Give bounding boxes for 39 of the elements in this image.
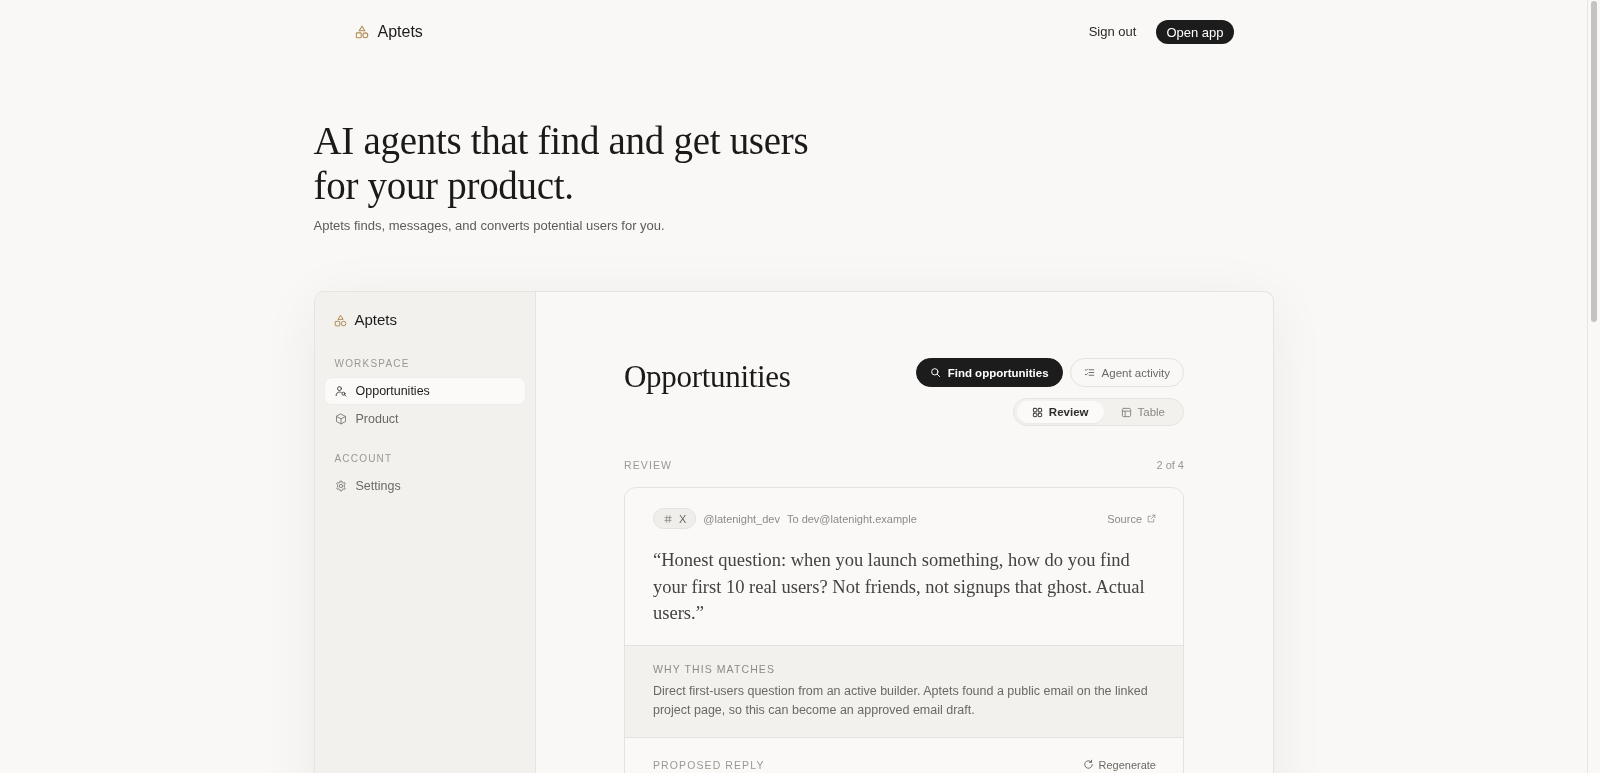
logo-icon [354,25,369,39]
nav-button[interactable]: Open app [1156,20,1234,44]
sidebar-section-title: ACCOUNT [333,452,394,466]
checklist-icon [1083,367,1095,378]
recipient-email: To dev@latenight.example [786,511,917,526]
search-icon [929,367,941,378]
match-reason-title: WHY THIS MATCHES [653,661,777,676]
sidebar-section-title: WORKSPACE [333,357,411,371]
grid-icon [1031,406,1043,418]
logo-icon [333,313,347,327]
cube-icon [334,413,347,425]
author-handle: @latenight_dev [703,511,780,526]
settings-icon [334,480,347,492]
review-counter: 2 of 4 [1156,458,1184,472]
channel-name: X [679,511,687,526]
section-label: REVIEW [624,458,673,472]
table-icon [1120,406,1132,418]
sidebar-item[interactable]: Opportunities [324,378,525,404]
sidebar-item[interactable]: Product [324,406,525,432]
brand-name: Aptets [377,22,423,42]
external-link-icon [1147,514,1156,523]
scrollbar-thumb[interactable] [1591,1,1597,322]
user-search-icon [334,385,347,397]
hash-icon [663,513,673,524]
match-reason-text: Direct first-users question from an active builder. Aptets found a public email on the linked project page, so this can become an approved email draft. [653,682,1149,719]
hero-headline: AI agents that find and get users for your product. [313,118,810,208]
quoted-post: “Honest question: when you launch something, how do you find your first 10 real users? Not friends, not signups that ghost. Actual users.” [652,549,1146,625]
view-tab[interactable]: Review [1016,401,1104,423]
nav-link[interactable]: Sign out [1088,24,1137,40]
regenerate-button[interactable]: Regenerate [1082,757,1156,772]
brand-name: Aptets [354,312,398,328]
refresh-icon [1082,759,1094,770]
view-tab[interactable]: Table [1105,401,1180,423]
sidebar-item[interactable]: Settings [324,473,525,499]
page-title: Opportunities [624,359,791,395]
hero-subtitle: Aptets finds, messages, and converts potential users for you. [313,217,666,235]
source-link[interactable]: Source [1107,511,1156,526]
proposed-reply-title: PROPOSED REPLY [653,757,765,772]
primary-action-button[interactable]: Find opportunities [915,358,1063,387]
